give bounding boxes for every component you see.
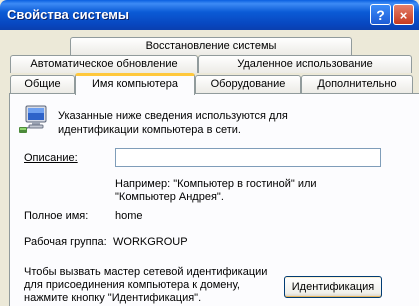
computer-network-icon [19,105,47,133]
workgroup-value: WORKGROUP [113,236,188,248]
tab-automatic-updates[interactable]: Автоматическое обновление [10,55,198,73]
full-name-label: Полное имя: [24,210,89,222]
wizard-text-line2: для присоединения компьютера к домену, [24,279,240,291]
tab-general[interactable]: Общие [10,75,75,93]
tab-label: Восстановление системы [145,40,277,52]
tab-system-restore[interactable]: Восстановление системы [70,37,352,55]
full-name-value: home [115,210,143,222]
tab-label: Автоматическое обновление [30,58,178,70]
identification-button-label: Идентификация [291,281,375,293]
tab-advanced[interactable]: Дополнительно [301,75,413,93]
tab-label: Общие [24,78,61,90]
title-bar[interactable]: Свойства системы ? × [0,0,419,30]
system-properties-window: Свойства системы ? × Восстановление сист… [0,0,419,306]
wizard-text-line1: Чтобы вызвать мастер сетевой идентификац… [24,266,268,278]
help-button[interactable]: ? [370,4,391,25]
help-icon: ? [376,7,385,23]
tab-hardware[interactable]: Оборудование [195,75,301,93]
description-label: Описание: [24,152,78,164]
wizard-text-line3: нажмите кнопку "Идентификация". [24,292,202,304]
close-icon: × [399,8,408,23]
workgroup-label: Рабочая группа: [24,236,107,248]
description-input[interactable] [115,148,381,167]
tab-remote-usage[interactable]: Удаленное использование [198,55,412,73]
identification-button[interactable]: Идентификация [284,276,382,298]
tab-label: Удаленное использование [237,58,373,70]
tab-label: Дополнительно [317,78,397,90]
tab-computer-name[interactable]: Имя компьютера [75,73,195,95]
window-title: Свойства системы [7,7,129,22]
tab-label: Оборудование [210,78,286,90]
example-text-line1: Например: "Компьютер в гостиной" или [115,178,317,190]
tab-label: Имя компьютера [91,78,179,90]
info-text-line1: Указанные ниже сведения используются для [58,110,288,122]
example-text-line2: "Компьютер Андрея". [115,191,224,203]
close-button[interactable]: × [393,4,414,25]
info-text-line2: идентификации компьютера в сети. [58,124,241,136]
